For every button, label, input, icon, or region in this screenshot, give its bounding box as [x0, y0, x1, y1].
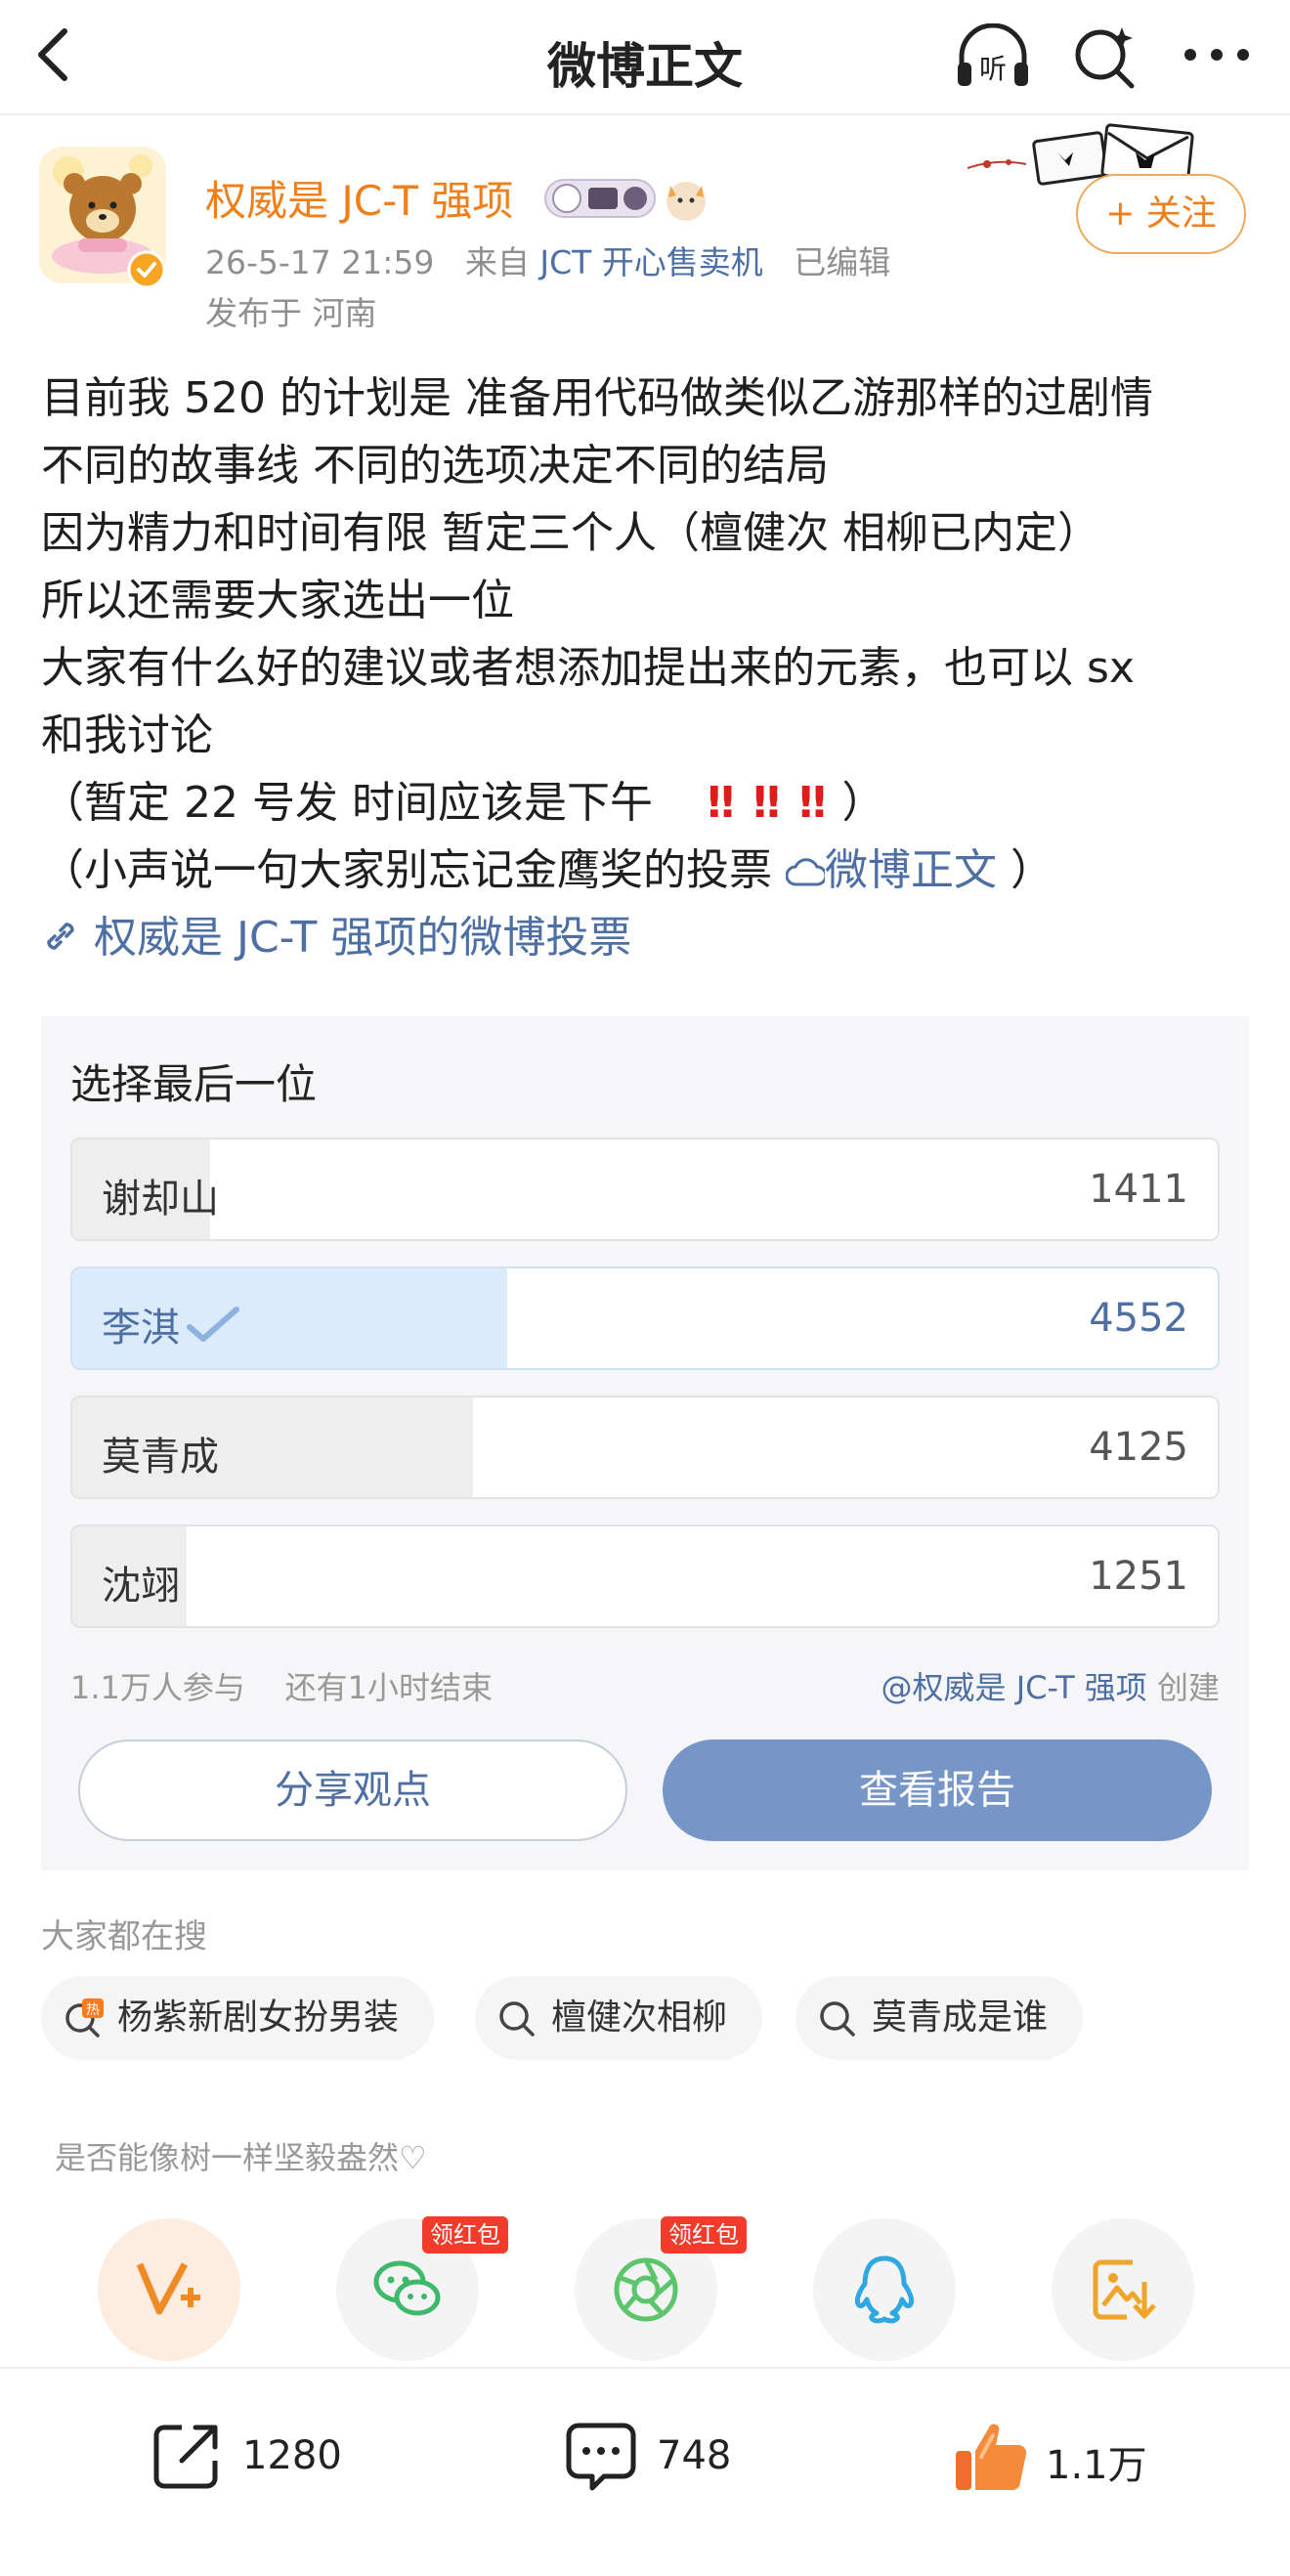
top-nav-bar: 微博正文 听 [0, 0, 1290, 115]
comment-count: 748 [657, 2433, 732, 2478]
poll-participants: 1.1万人参与 [70, 1669, 245, 1706]
poll-card: 选择最后一位 谢却山 1411 李淇 4552 莫青成 4125 沈翊 1251… [41, 1016, 1249, 1870]
search-icon [499, 2001, 535, 2037]
poll-stats: 1.1万人参与 还有1小时结束 [70, 1663, 493, 1708]
post-location: 发布于 河南 [205, 294, 377, 332]
save-image-icon [1093, 2259, 1156, 2320]
post-text: （小声说一句大家别忘记金鹰奖的投票 [41, 845, 772, 895]
share-tagline: 是否能像树一样坚毅盎然♡ [55, 2139, 427, 2176]
save-image-button[interactable] [1052, 2218, 1194, 2361]
poll-option-count: 1251 [1089, 1554, 1188, 1599]
post-meta: 26-5-17 21:59 来自 JCT 开心售卖机 已编辑 [205, 236, 890, 283]
search-ai-icon[interactable] [1071, 23, 1140, 92]
edited-label: 已编辑 [794, 243, 891, 281]
search-chip-label: 檀健次相柳 [551, 1997, 728, 2038]
comment-icon [566, 2423, 636, 2491]
view-report-button[interactable]: 查看报告 [663, 1739, 1212, 1841]
trending-search-title: 大家都在搜 [41, 1917, 207, 1956]
poll-option-label-text: 李淇 [102, 1306, 180, 1351]
qq-icon [854, 2255, 915, 2324]
post-text-line: 和我讨论 [41, 710, 213, 760]
search-icon [820, 2001, 855, 2037]
poll-option[interactable]: 沈翊 1251 [70, 1524, 1220, 1628]
search-chip[interactable]: 莫青成是谁 [796, 1976, 1084, 2060]
vplus-icon [136, 2262, 200, 2315]
poll-option-selected[interactable]: 李淇 4552 [70, 1267, 1220, 1370]
bottom-action-bar: 1280 748 1.1万 [0, 2367, 1290, 2576]
post-text: （暂定 22 号发 时间应该是下午 [41, 778, 653, 828]
poll-option[interactable]: 谢却山 1411 [70, 1138, 1220, 1241]
hot-search-icon: 热 [65, 1998, 104, 2038]
exclamation-marks: ‼ ‼ ‼ [707, 778, 829, 828]
weibo-post-link-text: 微博正文 [825, 845, 997, 895]
post-text: ） [841, 778, 885, 828]
post-text-line: 大家有什么好的建议或者想添加提出来的元素，也可以 sx [41, 643, 1135, 693]
vote-link[interactable]: 权威是 JC-T 强项的微博投票 [41, 904, 1253, 971]
svg-text:听: 听 [979, 53, 1007, 85]
share-qq-button[interactable] [813, 2218, 956, 2361]
like-count: 1.1万 [1046, 2443, 1147, 2488]
poll-option-label: 李淇 [102, 1296, 240, 1352]
post-source-link[interactable]: JCT 开心售卖机 [539, 243, 762, 281]
poll-option-label: 莫青成 [102, 1435, 219, 1480]
share-vplus-button[interactable] [98, 2218, 240, 2361]
vote-link-text: 权威是 JC-T 强项的微博投票 [94, 913, 632, 963]
poll-creator-suffix: 创建 [1156, 1669, 1220, 1706]
weibo-post-link[interactable]: 微博正文 [786, 845, 997, 895]
poll-option-count: 4552 [1089, 1296, 1188, 1341]
search-chip[interactable]: 热 杨紫新剧女扮男装 [41, 1976, 435, 2060]
thumbs-up-icon [956, 2424, 1027, 2490]
poll-creator: @权威是 JC-T 强项 创建 [882, 1663, 1220, 1708]
poll-remaining: 还有1小时结束 [284, 1669, 493, 1706]
poll-title: 选择最后一位 [70, 1060, 318, 1108]
svg-text:热: 热 [86, 2002, 100, 2018]
follow-button[interactable]: + 关注 [1076, 174, 1246, 254]
post-text-line: （小声说一句大家别忘记金鹰奖的投票 微博正文 ） [41, 837, 1253, 904]
user-badges [543, 174, 710, 225]
post-date: 26-5-17 21:59 [205, 243, 435, 281]
search-chip-label: 杨紫新剧女扮男装 [117, 1997, 400, 2038]
red-packet-badge: 领红包 [422, 2216, 508, 2254]
comment-button[interactable]: 748 [563, 2418, 788, 2496]
repost-icon [153, 2425, 218, 2489]
verified-badge-icon [127, 250, 166, 289]
poll-option[interactable]: 莫青成 4125 [70, 1395, 1220, 1499]
poll-option-count: 1411 [1089, 1167, 1188, 1212]
listen-icon[interactable]: 听 [954, 23, 1032, 92]
more-icon[interactable] [1182, 47, 1251, 63]
post-text-line: 所以还需要大家选出一位 [41, 576, 514, 625]
share-opinion-button[interactable]: 分享观点 [78, 1739, 627, 1841]
author-name[interactable]: 权威是 JC-T 强项 [205, 168, 513, 228]
post-text-line: 因为精力和时间有限 暂定三个人（檀健次 相柳已内定） [41, 508, 1100, 558]
cloud-icon [786, 858, 825, 886]
moments-icon [614, 2257, 678, 2322]
post-text-line: （暂定 22 号发 时间应该是下午 ‼ ‼ ‼ ） [41, 769, 1253, 837]
like-button[interactable]: 1.1万 [952, 2418, 1177, 2496]
poll-option-label: 谢却山 [102, 1177, 219, 1222]
red-packet-badge: 领红包 [661, 2216, 747, 2254]
checkmark-icon [187, 1307, 239, 1342]
post-text: ） [1010, 845, 1054, 895]
wechat-icon [373, 2260, 441, 2316]
poll-option-label: 沈翊 [102, 1564, 180, 1609]
link-icon [47, 923, 74, 950]
post-text-line: 不同的故事线 不同的选项决定不同的结局 [41, 441, 829, 491]
repost-count: 1280 [242, 2433, 342, 2478]
search-chip[interactable]: 檀健次相柳 [475, 1976, 763, 2060]
source-prefix: 来自 [464, 243, 530, 281]
poll-creator-link[interactable]: @权威是 JC-T 强项 [882, 1669, 1147, 1706]
repost-button[interactable]: 1280 [149, 2418, 393, 2496]
post-body: 目前我 520 的计划是 准备用代码做类似乙游那样的过剧情 不同的故事线 不同的… [41, 365, 1253, 971]
post-text-line: 目前我 520 的计划是 准备用代码做类似乙游那样的过剧情 [41, 373, 1153, 423]
search-chip-label: 莫青成是谁 [872, 1997, 1049, 2038]
poll-option-count: 4125 [1089, 1425, 1188, 1470]
